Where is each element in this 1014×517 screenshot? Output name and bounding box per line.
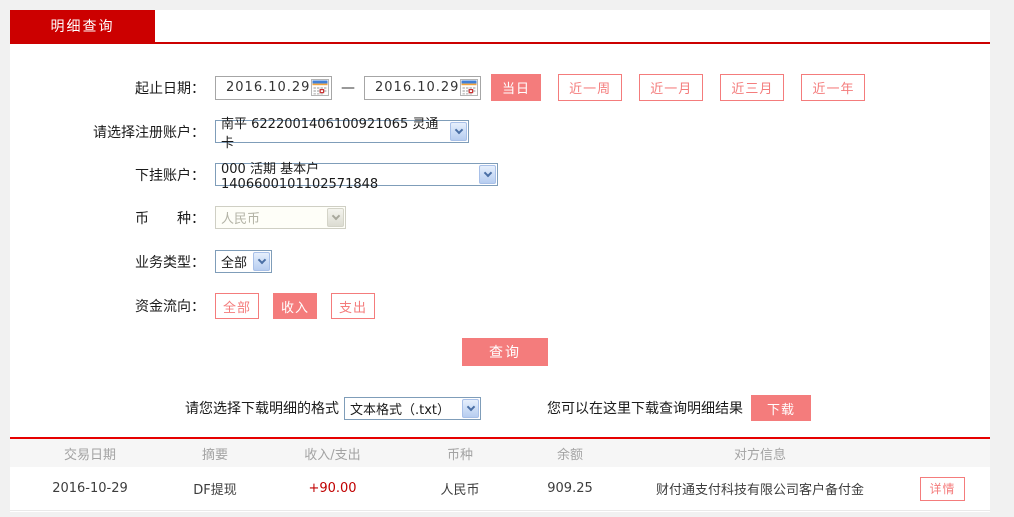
table-row: 2016-10-29 DF提现 +90.00 人民币 909.25 财付通支付科… bbox=[10, 467, 990, 511]
chevron-down-icon[interactable] bbox=[479, 165, 496, 184]
business-type-value: 全部 bbox=[221, 256, 248, 271]
fund-flow-row: 资金流向： 全部 收入 支出 bbox=[10, 293, 990, 319]
download-hint: 您可以在这里下载查询明细结果 bbox=[547, 401, 743, 417]
cell-amount: +90.00 bbox=[308, 481, 357, 496]
fund-flow-label: 资金流向： bbox=[135, 299, 205, 315]
chevron-down-icon bbox=[327, 208, 344, 227]
download-format-label: 请您选择下载明细的格式 bbox=[185, 401, 339, 417]
detail-button[interactable]: 详情 bbox=[920, 476, 965, 501]
register-account-select[interactable]: 南平 6222001406100921065 灵通卡 bbox=[215, 117, 469, 151]
quick-range-buttons: 当日 近一周 近一月 近三月 近一年 bbox=[481, 74, 866, 101]
fund-flow-income-button[interactable]: 收入 bbox=[273, 293, 317, 319]
download-row: 请您选择下载明细的格式 文本格式（.txt） 您可以在这里下载查询明细结果 下载 bbox=[10, 395, 990, 421]
cell-counterparty: 财付通支付科技有限公司客户备付金 bbox=[655, 483, 864, 498]
date-to-value: 2016.10.29 bbox=[375, 80, 460, 95]
business-type-select[interactable]: 全部 bbox=[215, 250, 272, 273]
table-header-row: 交易日期 摘要 收入/支出 币种 余额 对方信息 bbox=[10, 439, 990, 467]
tab-underline bbox=[10, 42, 990, 44]
chevron-down-icon[interactable] bbox=[462, 398, 479, 418]
register-account-value: 南平 6222001406100921065 灵通卡 bbox=[221, 116, 439, 151]
calendar-icon[interactable] bbox=[460, 79, 478, 96]
tab-detail-query[interactable]: 明细查询 bbox=[10, 10, 155, 42]
tab-label: 明细查询 bbox=[50, 19, 115, 35]
cell-currency: 人民币 bbox=[440, 483, 480, 498]
download-format-value: 文本格式（.txt） bbox=[350, 402, 451, 418]
register-account-label: 请选择注册账户： bbox=[93, 124, 205, 141]
header-balance: 余额 bbox=[556, 447, 583, 463]
detail-query-panel: 明细查询 起止日期： 2016.10.29 — 2016.10.29 当日 近一… bbox=[10, 10, 990, 512]
fund-flow-expense-button[interactable]: 支出 bbox=[331, 293, 375, 319]
currency-value: 人民币 bbox=[221, 212, 261, 227]
chevron-down-icon[interactable] bbox=[450, 122, 467, 141]
quick-range-week-button[interactable]: 近一周 bbox=[558, 74, 623, 101]
currency-row: 币 种： 人民币 bbox=[10, 206, 990, 229]
query-button[interactable]: 查询 bbox=[462, 338, 548, 366]
sub-account-select[interactable]: 000 活期 基本户 1406600101102571848 bbox=[215, 162, 498, 192]
header-counterparty: 对方信息 bbox=[733, 447, 786, 463]
chevron-down-icon[interactable] bbox=[253, 252, 270, 271]
fund-flow-all-button[interactable]: 全部 bbox=[215, 293, 259, 319]
business-type-row: 业务类型： 全部 bbox=[10, 250, 990, 273]
cell-balance: 909.25 bbox=[547, 481, 593, 496]
header-trade-date: 交易日期 bbox=[63, 447, 116, 463]
quick-range-3months-button[interactable]: 近三月 bbox=[720, 74, 785, 101]
currency-label: 币 种： bbox=[135, 210, 205, 227]
quick-range-today-button[interactable]: 当日 bbox=[491, 74, 542, 101]
quick-range-month-button[interactable]: 近一月 bbox=[639, 74, 704, 101]
calendar-icon[interactable] bbox=[311, 79, 329, 96]
date-to-input[interactable]: 2016.10.29 bbox=[364, 75, 481, 100]
date-range-separator: — bbox=[341, 79, 355, 96]
business-type-label: 业务类型： bbox=[135, 254, 205, 271]
date-from-value: 2016.10.29 bbox=[226, 80, 311, 95]
date-range-label: 起止日期： bbox=[135, 80, 205, 97]
cell-trade-date: 2016-10-29 bbox=[52, 481, 128, 496]
header-income-expense: 收入/支出 bbox=[304, 447, 361, 463]
quick-range-year-button[interactable]: 近一年 bbox=[801, 74, 866, 101]
register-account-row: 请选择注册账户： 南平 6222001406100921065 灵通卡 bbox=[10, 117, 990, 151]
date-range-row: 起止日期： 2016.10.29 — 2016.10.29 当日 近一周 近一月… bbox=[10, 74, 990, 101]
cell-summary: DF提现 bbox=[193, 483, 237, 498]
currency-select: 人民币 bbox=[215, 206, 346, 229]
date-from-input[interactable]: 2016.10.29 bbox=[215, 75, 332, 100]
sub-account-value: 000 活期 基本户 1406600101102571848 bbox=[221, 161, 379, 192]
download-button[interactable]: 下载 bbox=[751, 395, 811, 421]
sub-account-label: 下挂账户： bbox=[135, 167, 205, 184]
header-summary: 摘要 bbox=[201, 447, 228, 463]
sub-account-row: 下挂账户： 000 活期 基本户 1406600101102571848 bbox=[10, 162, 990, 192]
download-format-select[interactable]: 文本格式（.txt） bbox=[344, 396, 481, 420]
header-currency: 币种 bbox=[446, 447, 473, 463]
